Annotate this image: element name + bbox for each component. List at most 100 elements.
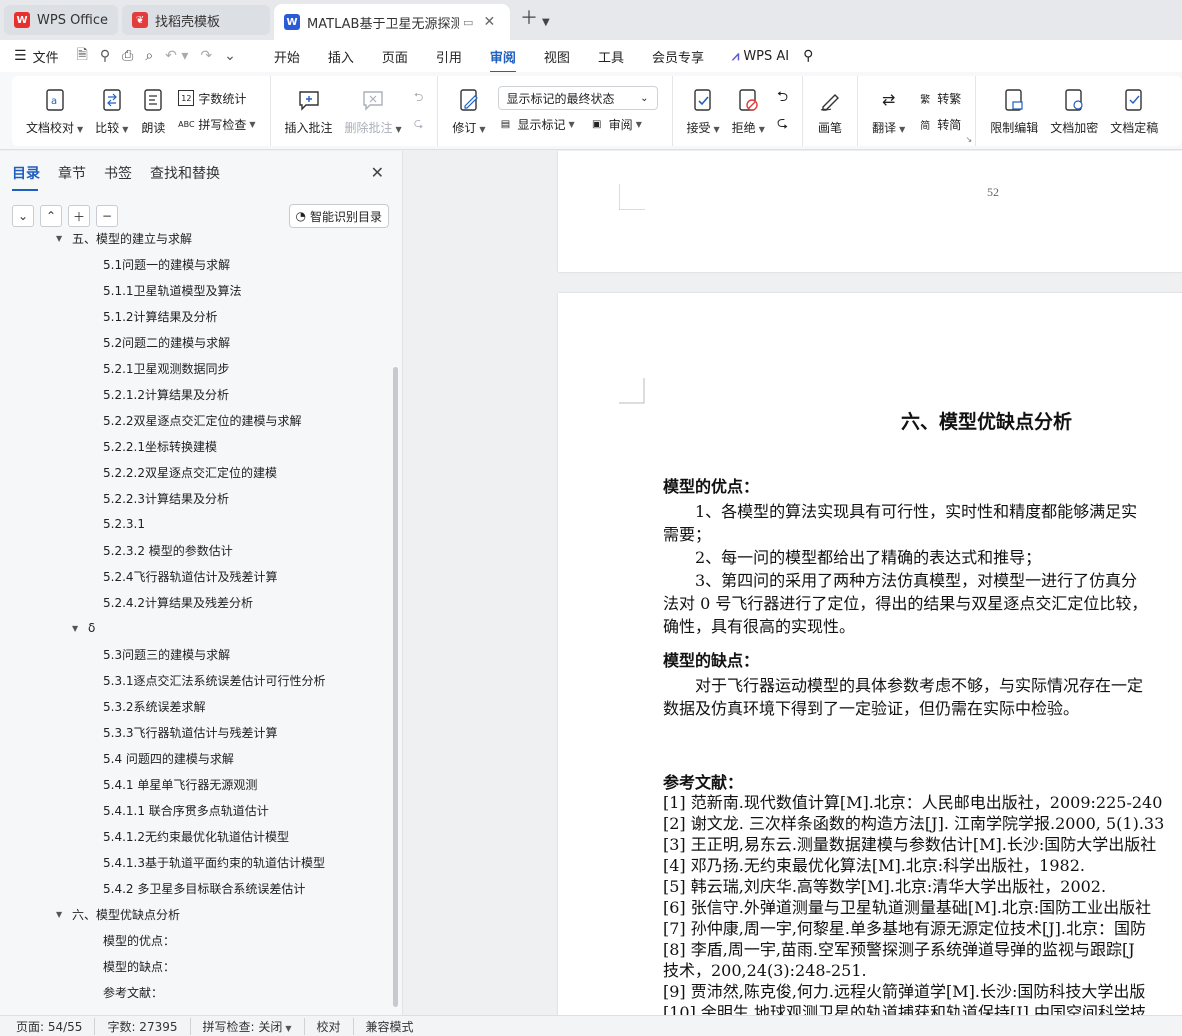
toc-item[interactable]: 5.4 问题四的建模与求解	[0, 745, 392, 771]
spell-check-status[interactable]: 拼写检查: 关闭 ▼	[203, 1017, 305, 1035]
toc-item[interactable]: 5.4.2 多卫星多目标联合系统误差估计	[0, 875, 392, 901]
smart-toc-icon: ◔	[295, 209, 306, 223]
translate-button[interactable]: ⇄ 翻译 ▼	[866, 87, 911, 136]
next-comment-icon[interactable]: ⮎	[414, 111, 424, 137]
toc-item[interactable]: 5.1.2计算结果及分析	[0, 303, 392, 329]
close-pane-icon[interactable]: ✕	[371, 163, 384, 182]
close-tab-icon[interactable]: ✕	[483, 14, 495, 30]
toc-item[interactable]: 5.3问题三的建模与求解	[0, 641, 392, 667]
accept-button[interactable]: 接受 ▼	[681, 87, 726, 136]
menu-member[interactable]: 会员专享	[652, 47, 704, 66]
toc-item[interactable]: 5.2问题二的建模与求解	[0, 329, 392, 355]
toc-item[interactable]: 5.4.1.3基于轨道平面约束的轨道估计模型	[0, 849, 392, 875]
collapse-icon[interactable]: ⌄	[12, 205, 34, 227]
tab-toc[interactable]: 目录	[12, 163, 40, 191]
restrict-edit-button[interactable]: 限制编辑	[984, 87, 1044, 136]
tab-find-replace[interactable]: 查找和替换	[150, 163, 220, 183]
toc-item[interactable]: 模型的缺点：	[0, 953, 392, 979]
search-icon[interactable]: ⚲	[803, 48, 813, 64]
menu-view[interactable]: 视图	[544, 47, 570, 66]
to-traditional-button[interactable]: 繁转繁	[917, 85, 961, 111]
pen-button[interactable]: 画笔	[811, 87, 849, 136]
expand-icon[interactable]: ⌃	[40, 205, 62, 227]
menu-start[interactable]: 开始	[274, 47, 300, 66]
page-indicator[interactable]: 页面: 54/55	[16, 1017, 96, 1035]
toc-item[interactable]: 5.2.3.1	[0, 511, 392, 537]
review-pane-button[interactable]: ▣ 审阅 ▼	[589, 116, 642, 133]
delete-comment-button[interactable]: 删除批注 ▼	[339, 87, 408, 136]
toc-item[interactable]: 5.2.2双星逐点交汇定位的建模与求解	[0, 407, 392, 433]
expand-triangle-icon[interactable]: ▼	[56, 234, 68, 243]
new-tab-icon[interactable]: ＋	[520, 4, 538, 30]
redo-icon[interactable]: ↷	[200, 48, 212, 64]
doc-check-button[interactable]: a 文档校对 ▼	[20, 87, 89, 136]
more-icon[interactable]: ⌄	[224, 48, 236, 64]
toc-item[interactable]: 5.2.2.2双星逐点交汇定位的建模	[0, 459, 392, 485]
word-count-button[interactable]: 12 字数统计	[178, 85, 255, 111]
tab-document[interactable]: W MATLAB基于卫星无源探测的S ▭ ✕	[274, 4, 511, 40]
toc-item[interactable]: 5.3.3飞行器轨道估计与残差计算	[0, 719, 392, 745]
read-aloud-button[interactable]: 朗读	[134, 87, 172, 136]
menu-insert[interactable]: 插入	[328, 47, 354, 66]
finalize-button[interactable]: 文档定稿	[1104, 87, 1164, 136]
to-simplified-button[interactable]: 简转简	[917, 111, 961, 137]
toc-item[interactable]: 5.2.1.2计算结果及分析	[0, 381, 392, 407]
menu-review[interactable]: 审阅	[489, 47, 516, 73]
save-icon[interactable]: 🗎	[77, 44, 88, 68]
display-state-dropdown[interactable]: 显示标记的最终状态 ⌄	[497, 86, 658, 110]
next-change-icon[interactable]: ⮎	[777, 111, 788, 137]
menu-page[interactable]: 页面	[382, 47, 408, 66]
disadvantage-line: 对于飞行器运动模型的具体参数考虑不够，与实际情况存在一定	[695, 676, 1144, 695]
toc-item[interactable]: ▼ 六、模型优缺点分析	[0, 901, 392, 927]
toc-item[interactable]: 5.4.1 单星单飞行器无源观测	[0, 771, 392, 797]
menu-tools[interactable]: 工具	[598, 47, 624, 66]
compare-button[interactable]: 比较 ▼	[89, 87, 134, 136]
svg-text:a: a	[51, 96, 57, 107]
print-icon[interactable]: ⎙	[122, 48, 133, 64]
expand-triangle-icon[interactable]: ▼	[56, 910, 68, 919]
prev-comment-icon[interactable]: ⮌	[414, 85, 424, 111]
show-markup-button[interactable]: ▤ 显示标记 ▼	[498, 116, 575, 133]
share-icon[interactable]: ⚲	[100, 48, 110, 64]
undo-icon[interactable]: ↶ ▾	[165, 48, 188, 64]
toc-item[interactable]: 5.3.2系统误差求解	[0, 693, 392, 719]
add-heading-icon[interactable]: ＋	[68, 205, 90, 227]
toc-item[interactable]: 参考文献：	[0, 979, 392, 1005]
spell-check-button[interactable]: ABC 拼写检查 ▼	[178, 111, 255, 137]
toc-scrollbar[interactable]	[393, 367, 398, 1007]
tab-docer-templates[interactable]: ❦ 找稻壳模板	[122, 5, 271, 35]
toc-item[interactable]: 5.4.1.1 联合序贯多点轨道估计	[0, 797, 392, 823]
toc-item[interactable]: 5.2.2.1坐标转换建模	[0, 433, 392, 459]
toc-item[interactable]: 5.2.4.2计算结果及残差分析	[0, 589, 392, 615]
file-menu[interactable]: ☰ 文件	[14, 47, 59, 66]
encrypt-button[interactable]: 文档加密	[1044, 87, 1104, 136]
toc-item[interactable]: 5.1.1卫星轨道模型及算法	[0, 277, 392, 303]
expand-triangle-icon[interactable]: ▼	[72, 624, 84, 633]
menu-reference[interactable]: 引用	[436, 47, 462, 66]
toc-item[interactable]: 5.3.1逐点交汇法系统误差估计可行性分析	[0, 667, 392, 693]
reject-button[interactable]: 拒绝 ▼	[726, 87, 771, 136]
insert-comment-button[interactable]: 插入批注	[279, 87, 339, 136]
toc-item-label: 5.2.3.1	[103, 517, 145, 531]
word-count-indicator[interactable]: 字数: 27395	[107, 1017, 191, 1035]
remove-heading-icon[interactable]: −	[96, 205, 118, 227]
toc-item[interactable]: 5.2.1卫星观测数据同步	[0, 355, 392, 381]
chevron-down-icon[interactable]: ▼	[542, 17, 550, 28]
toc-item[interactable]: 模型的优点：	[0, 927, 392, 953]
wps-ai-button[interactable]: ⩘ WPS AI ⚲	[732, 48, 813, 64]
toc-item[interactable]: 5.2.4飞行器轨道估计及残差计算	[0, 563, 392, 589]
tab-wps-office[interactable]: W WPS Office	[4, 5, 119, 35]
prev-change-icon[interactable]: ⮌	[777, 85, 788, 111]
toc-item[interactable]: 5.2.3.2 模型的参数估计	[0, 537, 392, 563]
proofread-status[interactable]: 校对	[317, 1017, 354, 1035]
toc-item[interactable]: ▼ δ	[0, 615, 392, 641]
toc-item[interactable]: 5.4.1.2无约束最优化轨道估计模型	[0, 823, 392, 849]
tab-sections[interactable]: 章节	[58, 163, 86, 183]
toc-item[interactable]: 5.2.2.3计算结果及分析	[0, 485, 392, 511]
tab-bookmarks[interactable]: 书签	[104, 163, 132, 183]
toc-item[interactable]: ▼ 五、模型的建立与求解	[0, 225, 392, 251]
print-preview-icon[interactable]: ⌕	[145, 48, 153, 64]
revise-button[interactable]: 修订 ▼	[446, 87, 491, 136]
toc-item[interactable]: 5.1问题一的建模与求解	[0, 251, 392, 277]
group-expand-icon[interactable]: ↘	[966, 135, 973, 144]
